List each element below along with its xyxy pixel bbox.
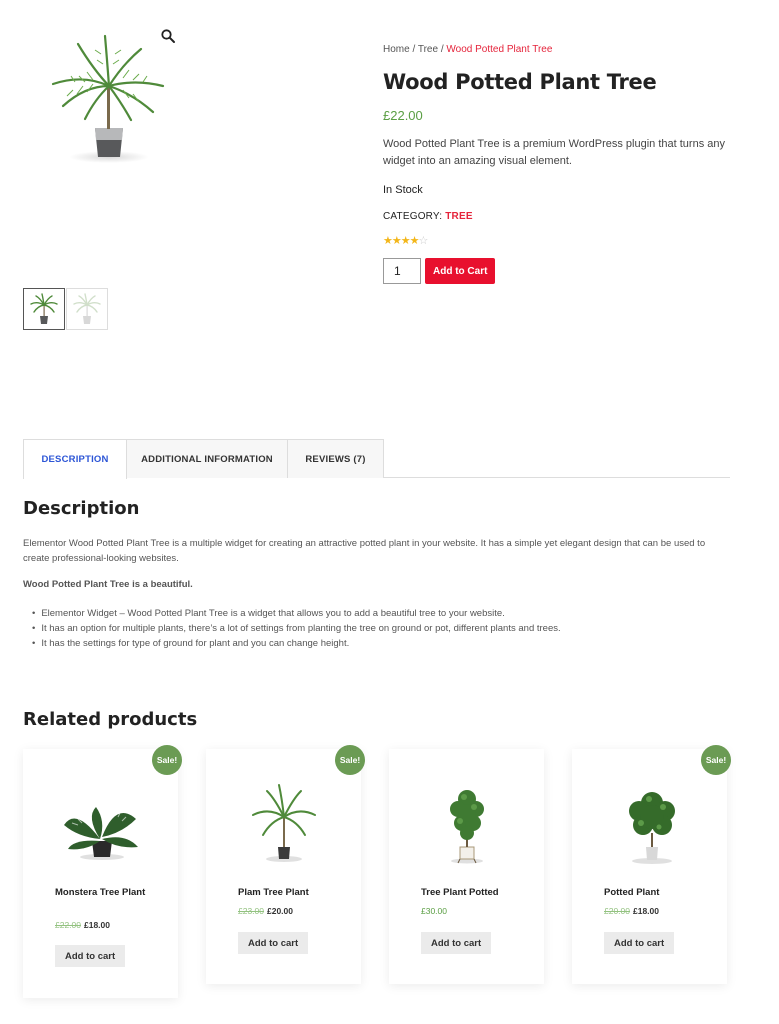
list-item: It has the settings for type of ground f… [32,636,732,651]
product-tabs: DESCRIPTION ADDITIONAL INFORMATION REVIE… [23,439,730,479]
old-price: £23.00 [238,906,264,916]
related-product-card[interactable]: Sale! Monstera Tree Plant £22.00 £18.00 A… [23,745,182,998]
list-item: It has an option for multiple plants, th… [32,621,732,636]
product-price: £20.00 £18.00 [604,906,659,916]
tab-description[interactable]: DESCRIPTION [23,439,127,479]
sale-badge: Sale! [701,745,731,775]
breadcrumb-category[interactable]: Tree [418,44,438,55]
sale-price: £18.00 [633,906,659,916]
description-bold-line: Wood Potted Plant Tree is a beautiful. [23,579,193,590]
product-price: £30.00 [421,906,447,916]
add-to-cart-form: Add to Cart [383,258,743,284]
add-to-cart-button[interactable]: Add to cart [421,932,492,954]
star-rating: ★★★★☆ [383,234,743,248]
related-product-card[interactable]: Sale! Plam Tree Plant £23.00 £20.00 Add t… [206,745,365,984]
product-title: Wood Potted Plant Tree [383,70,657,94]
product-price: £23.00 £20.00 [238,906,293,916]
product-name[interactable]: Plam Tree Plant [238,886,338,899]
product-short-description: Wood Potted Plant Tree is a premium Word… [383,138,725,167]
breadcrumb-home[interactable]: Home [383,44,410,55]
category-link[interactable]: TREE [445,211,472,222]
product-main-image[interactable] [23,24,187,174]
product-image[interactable] [389,777,544,867]
sale-badge: Sale! [335,745,365,775]
magnifier-icon[interactable] [160,28,176,44]
description-paragraph: Elementor Wood Potted Plant Tree is a mu… [23,538,706,564]
star-icon: ★★★★ [383,235,419,247]
list-item: Elementor Widget – Wood Potted Plant Tre… [32,606,732,621]
breadcrumb-current: Wood Potted Plant Tree [446,44,553,55]
stock-status: In Stock [383,184,423,196]
breadcrumb-separator: / [412,44,416,55]
gallery-thumbnails [23,288,108,330]
sale-price: £20.00 [267,906,293,916]
description-heading: Description [23,498,140,519]
product-name[interactable]: Potted Plant [604,886,704,899]
breadcrumb: Home / Tree / Wood Potted Plant Tree [383,44,743,58]
add-to-cart-button[interactable]: Add to cart [55,945,126,967]
tab-additional-information[interactable]: ADDITIONAL INFORMATION [126,439,288,478]
gallery-thumbnail[interactable] [23,288,65,330]
product-summary: Home / Tree / Wood Potted Plant Tree Woo… [383,44,743,284]
category-label: CATEGORY: [383,211,443,222]
product-image[interactable] [206,777,361,867]
product-image[interactable] [572,777,727,867]
product-price-value: £30.00 [421,906,447,916]
related-products-heading: Related products [23,709,198,730]
add-to-cart-button[interactable]: Add to cart [238,932,309,954]
old-price: £22.00 [55,920,81,930]
old-price: £20.00 [604,906,630,916]
sale-price: £18.00 [84,920,110,930]
gallery-thumbnail[interactable] [66,288,108,330]
product-category: CATEGORY: TREE [383,211,743,222]
breadcrumb-separator: / [440,44,444,55]
product-name[interactable]: Monstera Tree Plant [55,886,155,899]
description-bullets: Elementor Widget – Wood Potted Plant Tre… [32,606,732,651]
related-product-card[interactable]: Sale! Potted Plant £20.00 £18.00 Add to c… [572,745,731,984]
related-product-card[interactable]: Tree Plant Potted £30.00 Add to cart [389,749,544,984]
star-empty-icon: ☆ [418,235,428,247]
product-price: £22.00 £18.00 [55,920,110,930]
product-image[interactable] [23,777,178,867]
add-to-cart-button[interactable]: Add to cart [604,932,675,954]
add-to-cart-button[interactable]: Add to Cart [425,258,496,284]
quantity-input[interactable] [383,258,421,284]
product-price: £22.00 [383,108,423,123]
sale-badge: Sale! [152,745,182,775]
tab-reviews[interactable]: REVIEWS (7) [287,439,384,478]
product-name[interactable]: Tree Plant Potted [421,886,521,899]
